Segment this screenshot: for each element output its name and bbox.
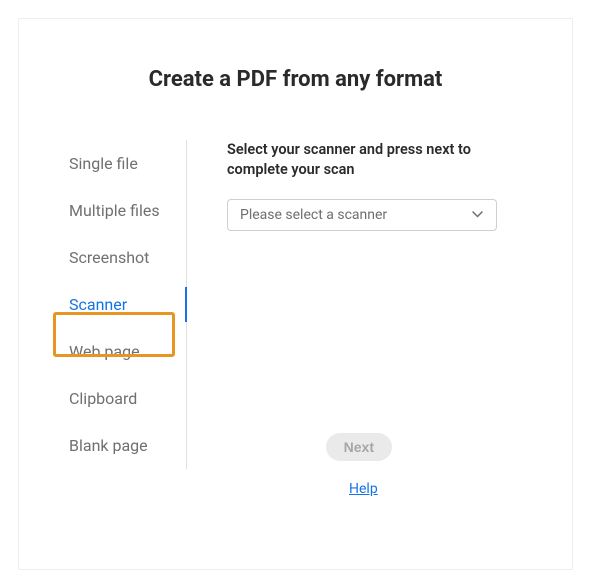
instruction-text: Select your scanner and press next to co… (227, 140, 487, 181)
scanner-select-placeholder: Please select a scanner (240, 207, 387, 223)
sidebar-item-screenshot[interactable]: Screenshot (47, 234, 186, 281)
format-sidebar: Single file Multiple files Screenshot Sc… (47, 140, 187, 469)
chevron-down-icon (470, 208, 484, 222)
help-link[interactable]: Help (349, 481, 378, 497)
sidebar-item-single-file[interactable]: Single file (47, 140, 186, 187)
sidebar-item-label: Web page (69, 342, 140, 361)
scanner-select-wrap: Please select a scanner (227, 199, 497, 231)
sidebar-item-label: Clipboard (69, 389, 137, 408)
sidebar-item-multiple-files[interactable]: Multiple files (47, 187, 186, 234)
scanner-select[interactable]: Please select a scanner (227, 199, 497, 231)
sidebar-item-label: Single file (69, 154, 138, 173)
main-content: Select your scanner and press next to co… (187, 140, 544, 469)
sidebar-item-blank-page[interactable]: Blank page (47, 422, 186, 469)
sidebar-item-label: Blank page (69, 436, 148, 455)
page-title: Create a PDF from any format (47, 67, 544, 92)
sidebar-item-clipboard[interactable]: Clipboard (47, 375, 186, 422)
sidebar-item-scanner[interactable]: Scanner (47, 281, 186, 328)
content-area: Single file Multiple files Screenshot Sc… (47, 140, 544, 469)
next-button[interactable]: Next (326, 433, 392, 461)
create-pdf-panel: Create a PDF from any format Single file… (18, 18, 573, 570)
sidebar-item-label: Scanner (69, 295, 127, 314)
sidebar-item-label: Multiple files (69, 201, 160, 220)
sidebar-item-label: Screenshot (69, 248, 149, 267)
sidebar-item-web-page[interactable]: Web page (47, 328, 186, 375)
